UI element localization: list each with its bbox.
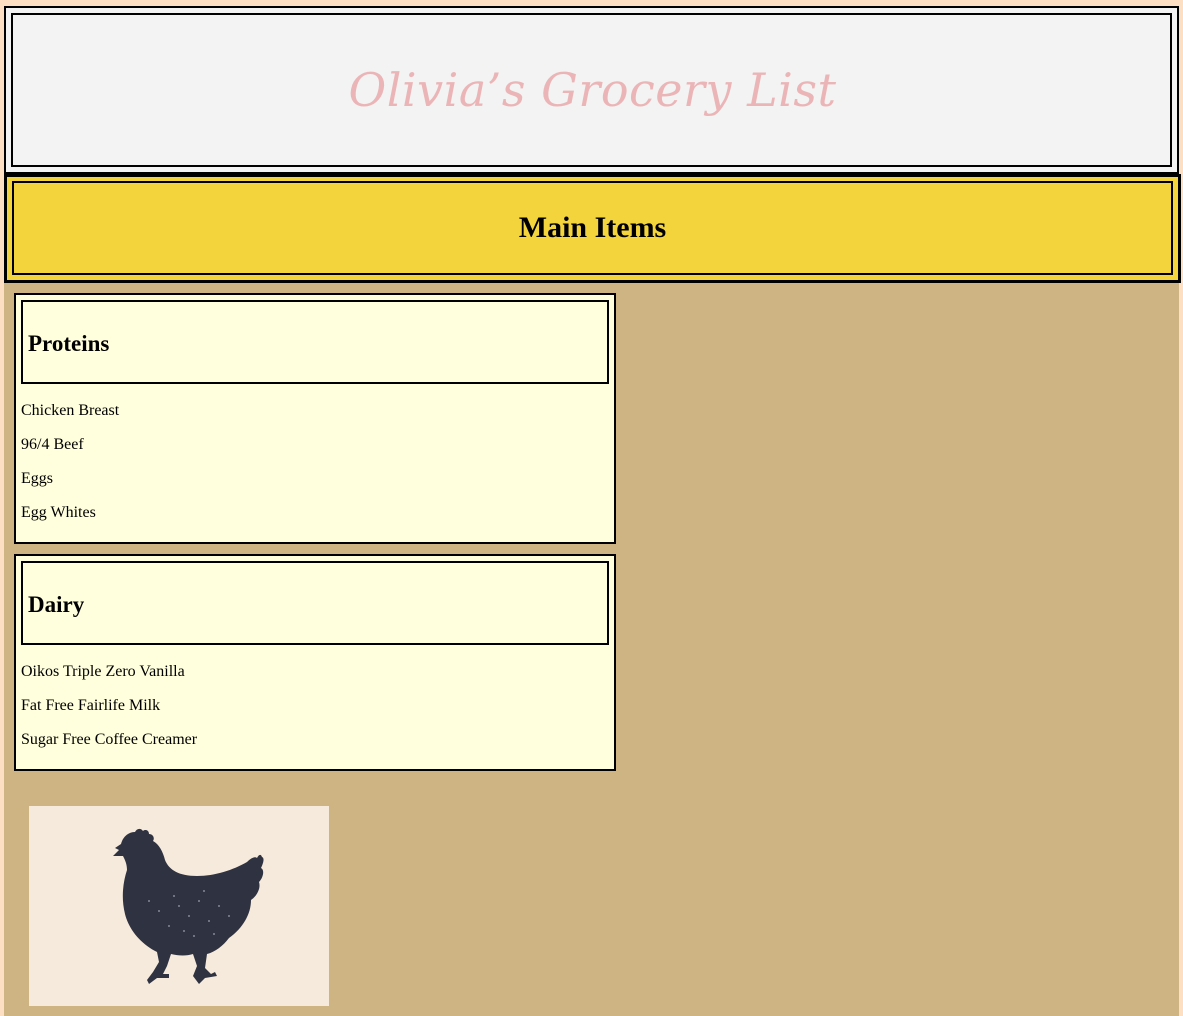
list-item: Sugar Free Coffee Creamer xyxy=(21,731,198,748)
list-item: Egg Whites xyxy=(21,504,96,521)
proteins-card: Proteins Chicken Breast 96/4 Beef Eggs E… xyxy=(14,293,616,544)
section-title: Main Items xyxy=(518,211,667,244)
proteins-title: Proteins xyxy=(28,331,110,356)
list-item: Fat Free Fairlife Milk xyxy=(21,697,161,714)
hen-icon xyxy=(113,828,264,984)
hen-image xyxy=(29,806,329,1006)
dairy-header: Dairy xyxy=(21,561,609,645)
list-item: 96/4 Beef xyxy=(21,436,84,453)
dairy-title: Dairy xyxy=(28,592,85,617)
list-item: Oikos Triple Zero Vanilla xyxy=(21,663,185,680)
title-frame: Olivia’s Grocery List xyxy=(11,13,1172,167)
proteins-header: Proteins xyxy=(21,300,609,384)
list-item: Chicken Breast xyxy=(21,402,120,419)
dairy-card: Dairy Oikos Triple Zero Vanilla Fat Free… xyxy=(14,554,616,771)
section-banner: Main Items xyxy=(4,174,1181,283)
title-banner: Olivia’s Grocery List xyxy=(4,6,1179,174)
page-content: Olivia’s Grocery List Main Items Protein… xyxy=(4,6,1181,1016)
section-frame: Main Items xyxy=(12,181,1173,275)
list-item: Eggs xyxy=(21,470,53,487)
page-title: Olivia’s Grocery List xyxy=(348,63,837,117)
